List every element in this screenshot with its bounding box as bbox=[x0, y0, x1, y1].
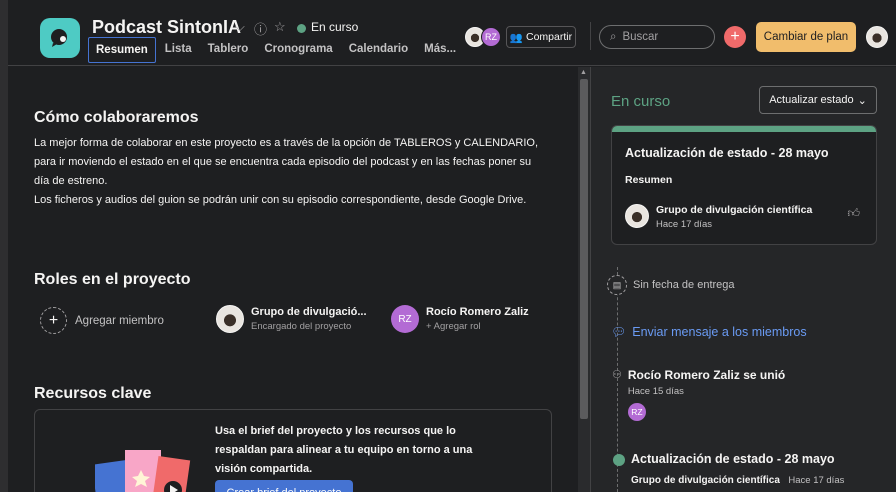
role-sub: Encargado del proyecto bbox=[251, 321, 352, 332]
message-icon: 💬︎ bbox=[611, 325, 627, 339]
add-member-label: Agregar miembro bbox=[75, 314, 164, 327]
thumbs-up-icon[interactable]: 👍︎ bbox=[847, 206, 860, 221]
user-avatar[interactable] bbox=[866, 26, 888, 48]
tab-tablero[interactable]: Tablero bbox=[201, 37, 256, 63]
status-panel: En curso Actualizar estado ⌄ Actualizaci… bbox=[590, 67, 896, 492]
person-icon: ⚇ bbox=[612, 369, 622, 381]
star-icon[interactable]: ☆ bbox=[274, 19, 286, 35]
project-frame: Podcast SintonIA ⌵ ⓘ ☆ En curso Resumen … bbox=[8, 0, 896, 492]
due-date-text: Sin fecha de entrega bbox=[633, 279, 735, 291]
joined-text: Rocío Romero Zaliz se unió bbox=[627, 368, 786, 382]
share-button[interactable]: 👥 Compartir bbox=[506, 26, 576, 48]
scroll-up-icon[interactable]: ▲ bbox=[580, 69, 587, 76]
message-members-link[interactable]: 💬︎ Enviar mensaje a los miembros bbox=[611, 325, 807, 339]
search-icon: ⌕ bbox=[610, 30, 617, 43]
collab-description[interactable]: La mejor forma de colaborar en este proy… bbox=[34, 134, 554, 210]
project-header: Podcast SintonIA ⌵ ⓘ ☆ En curso Resumen … bbox=[8, 0, 896, 66]
status-update-item[interactable]: Actualización de estado - 28 mayo Grupo … bbox=[613, 452, 844, 488]
upgrade-button[interactable]: Cambiar de plan bbox=[756, 22, 856, 52]
add-role-link[interactable]: + Agregar rol bbox=[426, 321, 529, 332]
author-time: Hace 17 días bbox=[656, 219, 712, 230]
update-status-button[interactable]: Actualizar estado ⌄ bbox=[759, 86, 877, 114]
add-member-button[interactable]: + Agregar miembro bbox=[40, 307, 164, 334]
create-button[interactable]: + bbox=[724, 26, 746, 48]
author-name: Grupo de divulgación científica bbox=[656, 204, 813, 216]
avatar bbox=[216, 305, 244, 333]
overview-panel: Cómo colaboraremos La mejor forma de col… bbox=[8, 67, 578, 492]
create-brief-button[interactable]: Crear brief del proyecto bbox=[215, 480, 353, 492]
plus-icon: + bbox=[40, 307, 67, 334]
tab-resumen[interactable]: Resumen bbox=[88, 37, 156, 63]
resources-title: Recursos clave bbox=[34, 385, 152, 402]
member-joined-item: ⚇ Rocío Romero Zaliz se unió Hace 15 día… bbox=[612, 368, 785, 421]
role-name: Grupo de divulgació... bbox=[251, 306, 367, 318]
tab-calendario[interactable]: Calendario bbox=[342, 37, 415, 63]
collab-line: La mejor forma de colaborar en este proy… bbox=[34, 137, 539, 149]
tab-cronograma[interactable]: Cronograma bbox=[257, 37, 339, 63]
avatar bbox=[625, 204, 649, 228]
search-placeholder: Buscar bbox=[622, 31, 659, 43]
role-rocio[interactable]: RZ Rocío Romero Zaliz + Agregar rol bbox=[391, 305, 529, 333]
update-author: Grupo de divulgación científica Hace 17 … bbox=[625, 204, 812, 230]
project-status[interactable]: En curso bbox=[311, 20, 358, 34]
tab-lista[interactable]: Lista bbox=[158, 37, 199, 63]
people-icon: 👥 bbox=[509, 31, 523, 44]
summary-label: Resumen bbox=[625, 174, 673, 186]
chevron-down-icon: ⌄ bbox=[857, 94, 867, 107]
author-time: Hace 17 días bbox=[788, 475, 845, 486]
share-label: Compartir bbox=[525, 31, 573, 43]
avatar-rz: RZ bbox=[627, 403, 646, 421]
status-title: En curso bbox=[611, 93, 671, 110]
role-group[interactable]: Grupo de divulgació... Encargado del pro… bbox=[216, 305, 367, 333]
update-title: Actualización de estado - 28 mayo bbox=[625, 146, 829, 160]
author-name: Grupo de divulgación científica bbox=[631, 475, 780, 486]
status-dot-icon bbox=[613, 454, 625, 466]
resources-text: Usa el brief del proyecto y los recursos… bbox=[215, 425, 473, 475]
collab-title: Cómo colaboraremos bbox=[34, 109, 199, 126]
collab-line: para ir moviendo el estado en el que se … bbox=[34, 156, 532, 168]
app-window: Podcast SintonIA ⌵ ⓘ ☆ En curso Resumen … bbox=[0, 0, 896, 492]
scroll-thumb[interactable] bbox=[580, 79, 588, 419]
brief-illustration-icon bbox=[95, 450, 191, 492]
collab-line: día de estreno. bbox=[34, 175, 108, 187]
role-name: Rocío Romero Zaliz bbox=[426, 306, 529, 318]
roles-title: Roles en el proyecto bbox=[34, 271, 191, 288]
collab-line: Los ficheros y audios del guion se podrá… bbox=[34, 194, 527, 206]
due-date-item[interactable]: ▤ Sin fecha de entrega bbox=[607, 275, 735, 295]
resources-card: Usa el brief del proyecto y los recursos… bbox=[34, 409, 552, 492]
status-dot-icon bbox=[297, 24, 306, 33]
member-avatars[interactable]: RZ bbox=[465, 27, 501, 47]
avatar-rz: RZ bbox=[481, 27, 501, 47]
update-status-label: Actualizar estado bbox=[769, 94, 854, 106]
chat-bubble-icon[interactable] bbox=[40, 18, 80, 58]
status-color-bar bbox=[612, 126, 876, 132]
status-update-card[interactable]: Actualización de estado - 28 mayo Resume… bbox=[611, 125, 877, 245]
search-input[interactable]: ⌕ Buscar bbox=[599, 25, 715, 49]
scrollbar[interactable]: ▲ bbox=[578, 67, 590, 492]
tab-more[interactable]: Más... bbox=[417, 37, 463, 63]
info-icon[interactable]: ⓘ bbox=[254, 19, 267, 38]
project-tabs: Resumen Lista Tablero Cronograma Calenda… bbox=[88, 37, 465, 63]
update-title: Actualización de estado - 28 mayo bbox=[631, 452, 835, 466]
avatar-rz: RZ bbox=[391, 305, 419, 333]
joined-time: Hace 15 días bbox=[627, 386, 684, 397]
message-link-text: Enviar mensaje a los miembros bbox=[632, 325, 807, 339]
calendar-icon: ▤ bbox=[607, 275, 627, 295]
project-title[interactable]: Podcast SintonIA bbox=[92, 17, 241, 38]
chevron-down-icon[interactable]: ⌵ bbox=[235, 19, 245, 35]
divider bbox=[590, 22, 591, 50]
